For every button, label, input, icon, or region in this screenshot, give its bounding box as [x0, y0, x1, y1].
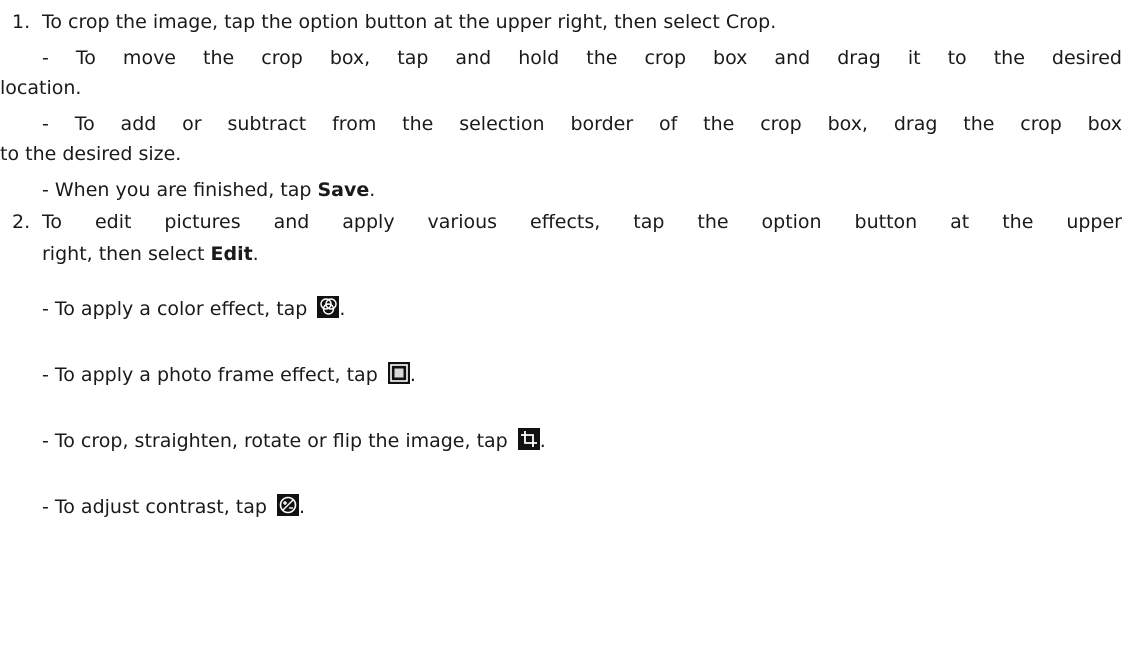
- item-2-cont: right, then select Edit.: [42, 242, 259, 266]
- crop-tool-icon: [517, 428, 540, 450]
- sub-step-save-prefix: - When you are finished, tap: [42, 179, 318, 201]
- sub-step-resize-crop-box: - To add or subtract from the selection …: [42, 113, 1122, 135]
- sub-step-save-suffix: .: [369, 179, 376, 201]
- sub-step-resize-crop-box-cont: to the desired size.: [0, 143, 182, 165]
- item-number: 1.: [12, 11, 31, 33]
- edit-label: Edit: [210, 243, 253, 265]
- item-text: To edit pictures and apply various effec…: [42, 211, 1122, 233]
- effect-end: .: [539, 430, 546, 452]
- effect-text: - To adjust contrast, tap: [42, 496, 273, 518]
- effect-text: - To apply a photo frame effect, tap: [42, 364, 384, 386]
- sub-step-save: - When you are finished, tap Save.: [42, 178, 375, 202]
- effect-color: - To apply a color effect, tap .: [42, 296, 345, 321]
- contrast-icon: [277, 494, 299, 516]
- effect-text: - To apply a color effect, tap: [42, 298, 314, 320]
- effect-crop-tool: - To crop, straighten, rotate or flip th…: [42, 428, 546, 453]
- color-effect-icon: [317, 296, 340, 318]
- save-label: Save: [317, 179, 370, 201]
- effect-photo-frame: - To apply a photo frame effect, tap .: [42, 362, 416, 387]
- item-number: 2.: [12, 211, 31, 233]
- item-text: To crop the image, tap the option button…: [42, 11, 777, 33]
- sub-step-move-crop-box: - To move the crop box, tap and hold the…: [42, 47, 1122, 69]
- item-2-cont-suffix: .: [252, 243, 259, 265]
- effect-end: .: [409, 364, 416, 386]
- item-2-cont-prefix: right, then select: [42, 243, 211, 265]
- photo-frame-icon: [387, 362, 410, 384]
- effect-end: .: [339, 298, 346, 320]
- sub-step-move-crop-box-cont: location.: [0, 77, 82, 99]
- effect-contrast: - To adjust contrast, tap .: [42, 494, 305, 519]
- effect-text: - To crop, straighten, rotate or flip th…: [42, 430, 514, 452]
- effect-end: .: [299, 496, 306, 518]
